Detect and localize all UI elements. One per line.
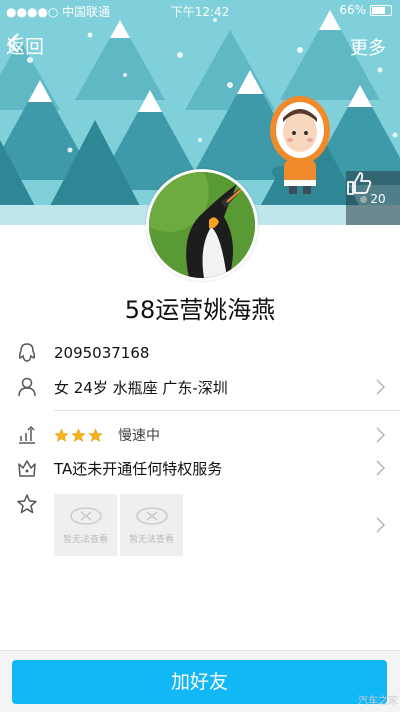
add-friend-button[interactable]: 加好友	[12, 660, 387, 704]
eye-hidden-icon	[69, 506, 102, 525]
chevron-right-icon	[376, 517, 386, 533]
crown-icon	[18, 460, 36, 477]
back-button[interactable]: 返回	[6, 32, 44, 59]
star-icon	[88, 427, 103, 442]
qq-number: 2095037168	[54, 344, 150, 362]
like-button[interactable]: 20	[346, 171, 400, 225]
avatar[interactable]	[146, 169, 258, 281]
star-badge-icon	[17, 494, 37, 514]
profile-name: 58运营姚海燕	[124, 296, 276, 324]
gift-caption: 暂无法查看	[128, 534, 174, 545]
status-bar: ●●●●○ 中国联通 下午12:42 66%	[0, 0, 400, 22]
battery-percent: 66%	[339, 3, 366, 17]
gift-thumbnail: 暂无法查看	[54, 494, 117, 556]
penguin-avatar-image	[149, 172, 255, 278]
star-icon	[71, 427, 86, 442]
like-count-value: 20	[370, 192, 386, 206]
like-dot	[360, 195, 368, 203]
qq-number-row: 2095037168	[0, 336, 400, 370]
more-button[interactable]: 更多	[350, 34, 386, 60]
chevron-right-icon	[376, 460, 386, 476]
level-chart-icon	[19, 425, 35, 444]
level-status: 慢速中	[118, 428, 160, 444]
section-divider	[54, 410, 400, 411]
privilege-row[interactable]: TA还未开通任何特权服务	[0, 451, 400, 485]
level-row[interactable]: 慢速中	[0, 418, 400, 452]
penguin-outline-icon	[18, 343, 36, 362]
battery-icon	[370, 4, 392, 16]
person-icon	[18, 377, 36, 397]
battery-indicator: 66%	[339, 3, 392, 17]
personal-info-text: 女 24岁 水瓶座 广东-深圳	[54, 378, 228, 397]
thumbs-up-icon	[347, 172, 372, 195]
gift-thumbnail: 暂无法查看	[120, 494, 183, 556]
chevron-right-icon	[376, 427, 386, 443]
star-icon	[54, 427, 69, 442]
chevron-right-icon	[376, 379, 386, 395]
privilege-text: TA还未开通任何特权服务	[54, 459, 223, 478]
watermark: 汽车之家	[358, 696, 398, 707]
eye-hidden-icon	[135, 506, 168, 525]
chevron-left-icon	[7, 33, 19, 53]
level-stars	[54, 427, 103, 443]
personal-info-row[interactable]: 女 24岁 水瓶座 广东-深圳	[0, 370, 400, 404]
gift-caption: 暂无法查看	[62, 534, 108, 545]
